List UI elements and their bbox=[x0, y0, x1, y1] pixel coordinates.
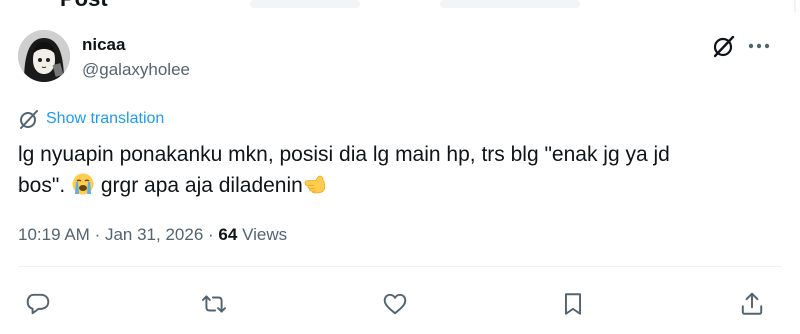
like-icon bbox=[383, 293, 407, 315]
tweet-text-line1: lg nyuapin ponakanku mkn, posisi dia lg … bbox=[18, 143, 670, 166]
header-blur-1 bbox=[250, 0, 360, 8]
bookmark-icon bbox=[564, 293, 582, 315]
bookmark-button[interactable] bbox=[559, 290, 587, 318]
views-label: Views bbox=[242, 225, 288, 244]
reply-icon bbox=[26, 293, 50, 315]
avatar[interactable] bbox=[18, 30, 70, 82]
grok-icon[interactable] bbox=[711, 33, 737, 59]
tweet-meta: 10:19 AM · Jan 31, 2026 · 64 Views bbox=[18, 225, 287, 245]
tweet-date[interactable]: Jan 31, 2026 bbox=[105, 225, 203, 244]
header-title: Post bbox=[60, 0, 108, 12]
retweet-icon bbox=[201, 295, 227, 313]
more-options-icon[interactable] bbox=[746, 34, 772, 58]
share-button[interactable] bbox=[738, 290, 766, 318]
meta-separator: · bbox=[94, 225, 101, 244]
column-border bbox=[794, 0, 796, 12]
reply-button[interactable] bbox=[24, 290, 52, 318]
show-translation-link[interactable]: Show translation bbox=[18, 109, 164, 129]
tweet-text-line2-start: bos". bbox=[18, 174, 66, 197]
header-blur-2 bbox=[440, 0, 580, 8]
show-translation-label[interactable]: Show translation bbox=[46, 110, 164, 128]
loudly-crying-face-icon bbox=[71, 172, 95, 205]
top-header: Post bbox=[0, 0, 800, 12]
like-button[interactable] bbox=[381, 290, 409, 318]
translate-icon bbox=[20, 110, 38, 129]
tweet-text: lg nyuapin ponakanku mkn, posisi dia lg … bbox=[18, 139, 718, 205]
tweet-text-line2-end: grgr apa aja diladenin bbox=[100, 174, 303, 197]
retweet-button[interactable] bbox=[200, 290, 228, 318]
tweet-time[interactable]: 10:19 AM bbox=[18, 225, 90, 244]
author-name[interactable]: nicaa bbox=[82, 35, 125, 55]
meta-separator: · bbox=[208, 225, 214, 244]
divider bbox=[18, 266, 782, 267]
author-handle[interactable]: @galaxyholee bbox=[82, 60, 190, 80]
backhand-index-pointing-left-icon bbox=[303, 172, 327, 205]
views-count: 64 bbox=[218, 225, 238, 244]
share-icon bbox=[741, 292, 763, 315]
avatar-image bbox=[18, 30, 70, 82]
